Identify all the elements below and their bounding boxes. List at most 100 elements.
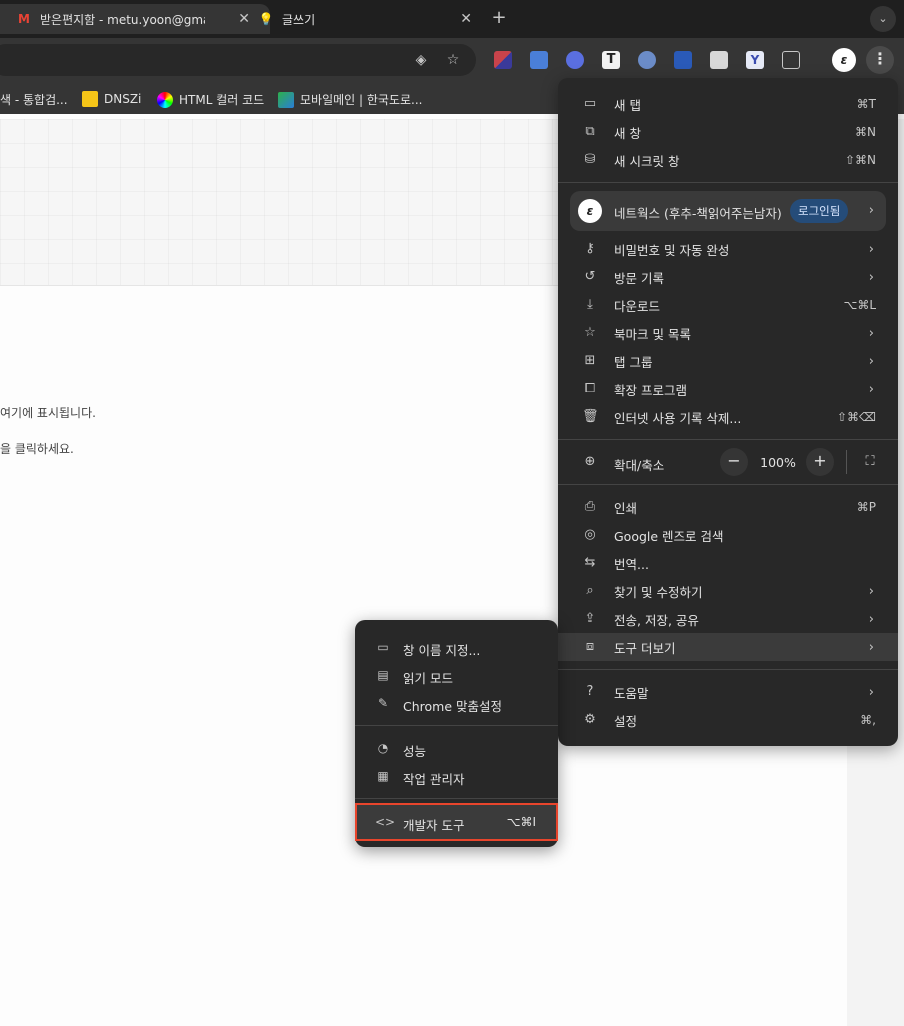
menu-shortcut: ⌘P xyxy=(856,500,876,514)
dnszi-icon xyxy=(82,91,98,107)
menu-item-translate[interactable]: ⇆ 번역... xyxy=(558,549,898,577)
menu-item-incognito[interactable]: ⛁ 새 시크릿 창 ⇧⌘N xyxy=(558,146,898,174)
tab-title: 받은편지함 - metu.yoon@gmail xyxy=(40,12,205,27)
profile-avatar[interactable]: ε xyxy=(832,48,856,72)
key-icon: ⚷ xyxy=(585,241,595,256)
submenu-label: 작업 관리자 xyxy=(403,772,465,787)
menu-item-downloads[interactable]: ⤓ 다운로드 ⌥⌘L xyxy=(558,291,898,319)
zoom-in-button[interactable]: + xyxy=(806,448,834,476)
incognito-icon: ⛁ xyxy=(584,152,596,167)
submenu-item-performance[interactable]: ◔ 성능 xyxy=(355,734,558,762)
chrome-menu: ▭ 새 탭 ⌘T ⧉ 새 창 ⌘N ⛁ 새 시크릿 창 ⇧⌘N ε 네트웍스 (… xyxy=(558,78,898,746)
extension-icon[interactable] xyxy=(710,51,728,69)
menu-shortcut: ⌥⌘L xyxy=(843,298,876,312)
new-tab-icon: ▭ xyxy=(583,96,597,111)
menu-label: 새 탭 xyxy=(614,97,641,113)
menu-item-help[interactable]: ? 도움말 › xyxy=(558,678,898,706)
more-menu-button[interactable]: ⋮ xyxy=(866,46,894,74)
tab-groups-icon: ⊞ xyxy=(584,353,596,368)
bookmark-item[interactable]: DNSZi xyxy=(82,91,141,107)
submenu-item-customize[interactable]: ✎ Chrome 맞춤설정 xyxy=(355,689,558,717)
menu-label: 인터넷 사용 기록 삭제... xyxy=(614,410,742,426)
menu-item-lens[interactable]: ◎ Google 렌즈로 검색 xyxy=(558,521,898,549)
menu-label: 새 창 xyxy=(614,125,641,141)
road-icon xyxy=(278,91,294,108)
omnibox[interactable]: ◈ ☆ xyxy=(0,44,476,76)
chevron-right-icon: › xyxy=(868,381,874,397)
submenu-label: 읽기 모드 xyxy=(403,671,453,686)
menu-item-print[interactable]: ⎙ 인쇄 ⌘P xyxy=(558,493,898,521)
menu-label: 인쇄 xyxy=(614,500,638,516)
submenu-divider xyxy=(355,798,558,799)
bookmark-label: 모바일메인 | 한국도로... xyxy=(300,93,423,107)
menu-label: 확장 프로그램 xyxy=(614,382,687,398)
menu-shortcut: ⌘N xyxy=(855,125,876,139)
menu-label: 설정 xyxy=(614,713,638,729)
zoom-value: 100% xyxy=(760,455,796,470)
color-wheel-icon xyxy=(157,91,173,108)
bookmark-item[interactable]: HTML 컬러 코드 xyxy=(157,91,264,108)
menu-item-bookmarks[interactable]: ☆ 북마크 및 목록 › xyxy=(558,319,898,347)
pencil-icon: ✎ xyxy=(377,696,389,710)
menu-item-clear-data[interactable]: 🗑 인터넷 사용 기록 삭제... ⇧⌘⌫ xyxy=(558,403,898,431)
profile-row[interactable]: ε 네트웍스 (후추-책읽어주는남자) 로그인됨 › xyxy=(570,191,886,231)
menu-label: 탭 그룹 xyxy=(614,354,653,370)
menu-label: 북마크 및 목록 xyxy=(614,326,691,342)
menu-label: 새 시크릿 창 xyxy=(614,153,680,169)
bookmark-star-icon[interactable]: ☆ xyxy=(445,52,461,68)
submenu-shortcut: ⌥⌘I xyxy=(506,815,536,829)
page-text: 을 클릭하세요. xyxy=(0,442,74,456)
menu-divider xyxy=(558,669,898,670)
find-icon: ⌕ xyxy=(586,583,594,598)
submenu-label: 개발자 도구 xyxy=(403,818,465,833)
submenu-item-devtools[interactable]: <> 개발자 도구 ⌥⌘I xyxy=(355,808,558,836)
menu-item-extensions[interactable]: ⧠ 확장 프로그램 › xyxy=(558,375,898,403)
translate-extension-icon[interactable] xyxy=(530,51,548,69)
bookmark-label: DNSZi xyxy=(104,92,142,106)
bookmark-item[interactable]: 모바일메인 | 한국도로... xyxy=(278,91,422,108)
menu-item-tab-groups[interactable]: ⊞ 탭 그룹 › xyxy=(558,347,898,375)
menu-item-find[interactable]: ⌕ 찾기 및 수정하기 › xyxy=(558,577,898,605)
tab-write[interactable]: 💡 글쓰기 ✕ xyxy=(250,4,480,34)
lens-icon[interactable]: ◈ xyxy=(413,52,429,68)
menu-item-new-tab[interactable]: ▭ 새 탭 ⌘T xyxy=(558,90,898,118)
submenu-label: Chrome 맞춤설정 xyxy=(403,699,503,714)
page-text: 여기에 표시됩니다. xyxy=(0,406,96,420)
extension-icon[interactable] xyxy=(638,51,656,69)
toolbox-icon: ⧈ xyxy=(585,639,595,654)
chevron-down-icon[interactable]: ⌄ xyxy=(870,6,896,32)
extension-icon[interactable] xyxy=(566,51,584,69)
menu-label: 찾기 및 수정하기 xyxy=(614,584,703,600)
menu-label: 번역... xyxy=(614,556,649,572)
window-name-icon: ▭ xyxy=(377,640,389,654)
chevron-right-icon: › xyxy=(868,639,874,655)
shield-icon[interactable] xyxy=(674,51,692,69)
close-icon[interactable]: ✕ xyxy=(460,11,472,27)
menu-divider xyxy=(558,484,898,485)
menu-label: 전송, 저장, 공유 xyxy=(614,612,699,628)
menu-item-new-window[interactable]: ⧉ 새 창 ⌘N xyxy=(558,118,898,146)
submenu-item-task-manager[interactable]: ▦ 작업 관리자 xyxy=(355,762,558,790)
extension-icon[interactable]: Y xyxy=(746,51,764,69)
extension-icon[interactable] xyxy=(494,51,512,69)
fullscreen-icon[interactable]: ⛶ xyxy=(860,452,880,472)
menu-item-settings[interactable]: ⚙ 설정 ⌘, xyxy=(558,706,898,734)
help-icon: ? xyxy=(586,684,594,699)
download-icon: ⤓ xyxy=(587,297,593,312)
submenu-item-reading-mode[interactable]: ▤ 읽기 모드 xyxy=(355,661,558,689)
tab-gmail[interactable]: M 받은편지함 - metu.yoon@gmail ✕ xyxy=(0,4,270,34)
menu-item-history[interactable]: ↺ 방문 기록 › xyxy=(558,263,898,291)
submenu-divider xyxy=(355,725,558,726)
new-tab-button[interactable]: + xyxy=(487,7,511,31)
zoom-out-button[interactable]: − xyxy=(720,448,748,476)
close-icon[interactable]: ✕ xyxy=(238,11,250,27)
menu-item-share[interactable]: ⇪ 전송, 저장, 공유 › xyxy=(558,605,898,633)
submenu-item-name-window[interactable]: ▭ 창 이름 지정... xyxy=(355,633,558,661)
puzzle-icon[interactable] xyxy=(782,51,800,69)
menu-item-more-tools[interactable]: ⧈ 도구 더보기 › xyxy=(558,633,898,661)
text-extension-icon[interactable]: T xyxy=(602,51,620,69)
lens-icon: ◎ xyxy=(584,527,596,542)
menu-item-passwords[interactable]: ⚷ 비밀번호 및 자동 완성 › xyxy=(558,235,898,263)
chevron-right-icon: › xyxy=(868,325,874,341)
bookmark-item[interactable]: 색 - 통합검... xyxy=(0,91,68,108)
